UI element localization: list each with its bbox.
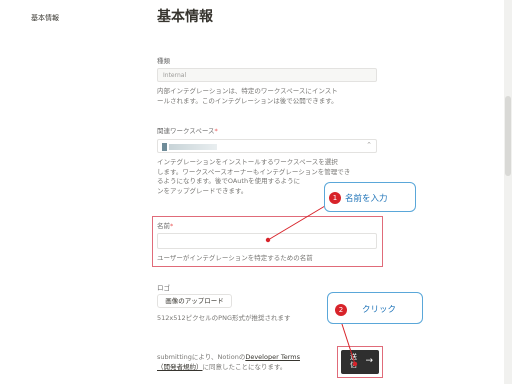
annotation-dot-2 bbox=[352, 361, 358, 367]
callout-number-badge: 1 bbox=[329, 192, 341, 204]
annotation-lines bbox=[265, 202, 358, 367]
callout-number-badge: 2 bbox=[335, 304, 347, 316]
annotation-line-2 bbox=[339, 317, 356, 365]
callout-text: 名前を入力 bbox=[345, 194, 388, 204]
callout-text: クリック bbox=[362, 305, 397, 315]
annotation-line-1 bbox=[267, 202, 331, 241]
annotation-dot-1 bbox=[265, 237, 271, 243]
callout-enter-name: 1 名前を入力 bbox=[324, 182, 416, 212]
callout-click: 2 クリック bbox=[327, 292, 423, 324]
